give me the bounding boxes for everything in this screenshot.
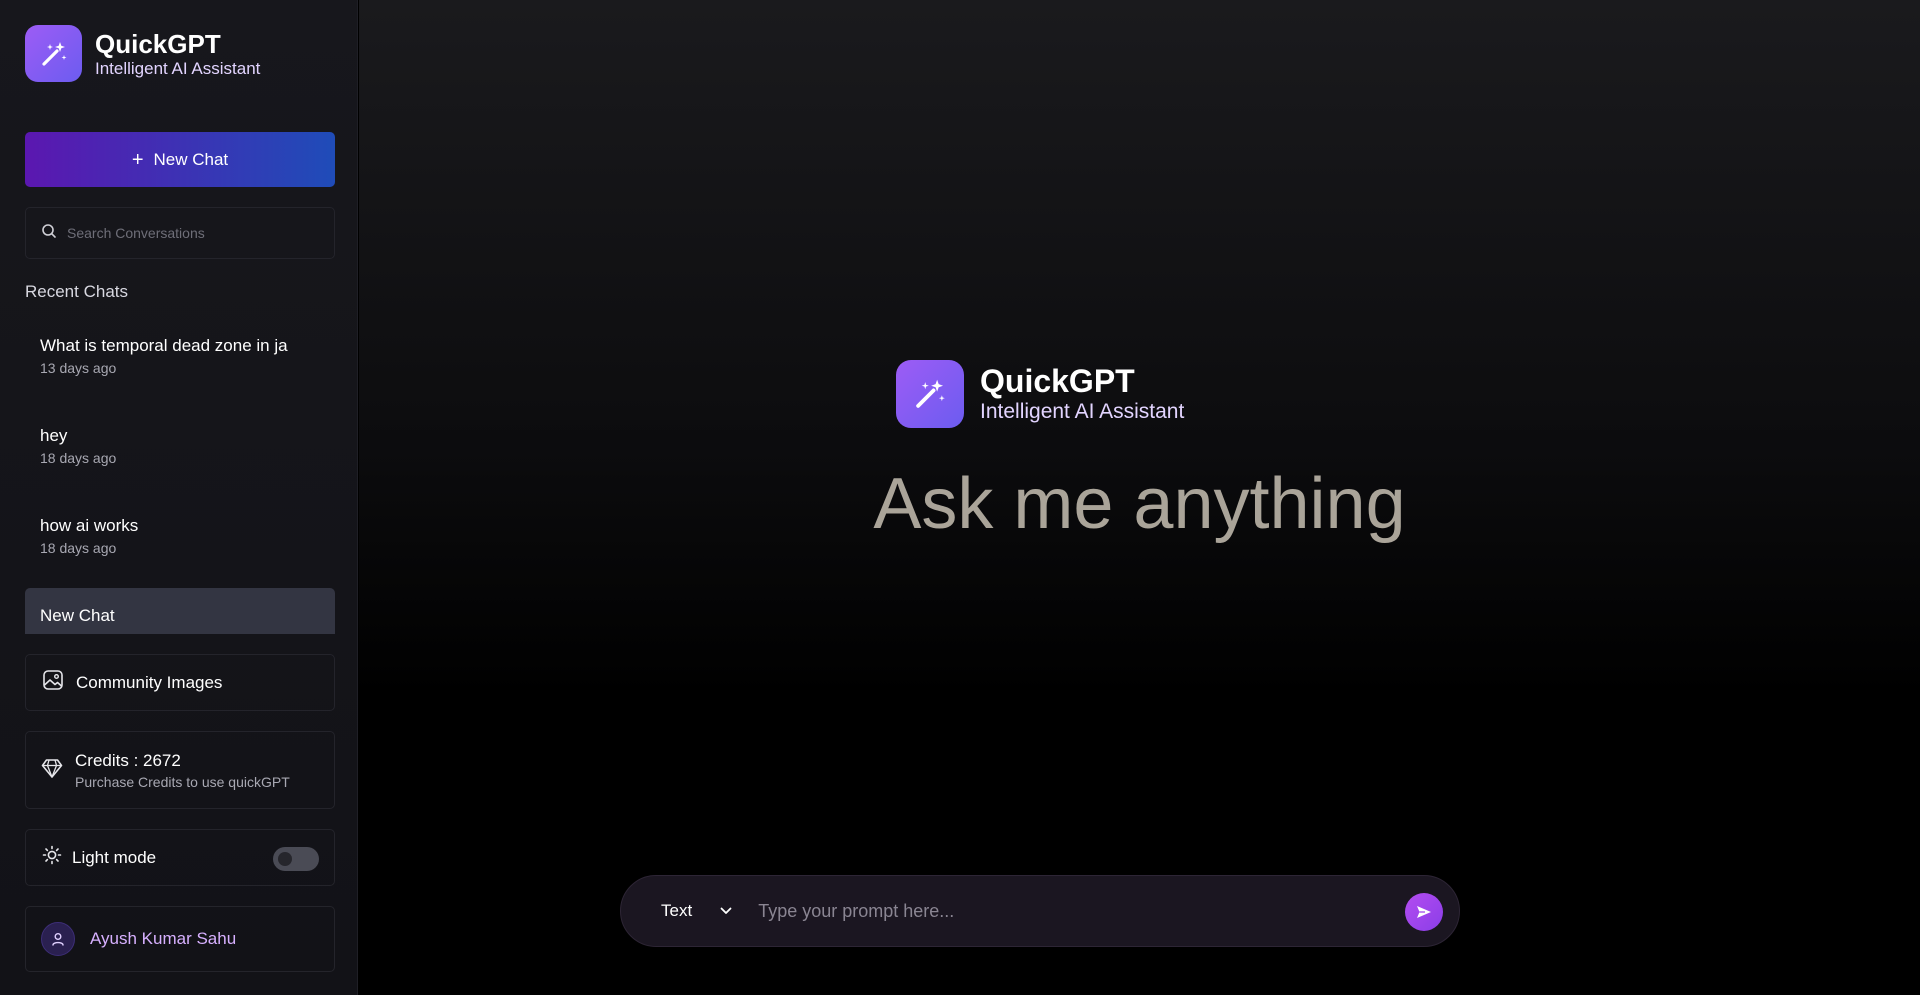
chat-item[interactable]: how ai works 18 days ago [25, 498, 335, 588]
light-mode-label: Light mode [72, 847, 157, 867]
mode-select[interactable]: Text [661, 901, 732, 921]
new-chat-label: New Chat [153, 149, 229, 169]
light-mode-toggle[interactable] [273, 847, 319, 871]
user-name: Ayush Kumar Sahu [90, 929, 237, 948]
new-chat-button[interactable]: + New Chat [25, 132, 335, 187]
send-icon [1417, 906, 1431, 918]
prompt-bar: Text [620, 875, 1460, 947]
chat-item[interactable]: What is temporal dead zone in ja 13 days… [25, 318, 335, 408]
credits-panel[interactable]: Credits : 2672 Purchase Credits to use q… [25, 731, 335, 809]
hero-headline: Ask me anything [873, 464, 1406, 544]
avatar [41, 922, 75, 956]
chat-item-title: how ai works [40, 516, 139, 535]
search-box[interactable] [25, 207, 335, 259]
hero-title: QuickGPT [980, 363, 1135, 399]
sun-icon [42, 845, 62, 870]
magic-wand-icon [896, 360, 964, 428]
send-button[interactable] [1405, 893, 1443, 931]
chat-item-date: 13 days ago [40, 360, 117, 376]
image-gallery-icon [42, 669, 64, 696]
chat-item[interactable]: hey 18 days ago [25, 408, 335, 498]
prompt-input[interactable] [758, 900, 1379, 922]
chat-item-date: 18 days ago [40, 540, 117, 556]
diamond-icon [41, 757, 63, 784]
mode-select-value: Text [661, 901, 693, 920]
chat-item-date: 18 days ago [40, 450, 117, 466]
search-input[interactable] [67, 225, 317, 241]
chat-item-title: What is temporal dead zone in ja [40, 336, 288, 355]
toggle-knob [278, 852, 292, 866]
recent-chats-heading: Recent Chats [25, 282, 128, 301]
light-mode-row: Light mode [25, 829, 335, 886]
credits-subtext: Purchase Credits to use quickGPT [75, 773, 290, 790]
hero-subtitle: Intelligent AI Assistant [980, 400, 1185, 423]
user-profile[interactable]: Ayush Kumar Sahu [25, 906, 335, 972]
magic-wand-icon [25, 25, 82, 82]
hero-brand: QuickGPT Intelligent AI Assistant [896, 360, 1184, 428]
search-icon [41, 223, 57, 244]
sidebar-brand: QuickGPT Intelligent AI Assistant [25, 25, 260, 82]
credits-count: Credits : 2672 [75, 750, 181, 770]
community-images-label: Community Images [76, 672, 223, 692]
sidebar: QuickGPT Intelligent AI Assistant + New … [0, 0, 358, 995]
chat-item-title: hey [40, 426, 68, 445]
plus-icon: + [131, 148, 144, 171]
chat-item-title: New Chat [40, 606, 115, 625]
app-subtitle: Intelligent AI Assistant [95, 58, 261, 78]
chat-list: What is temporal dead zone in ja 13 days… [25, 318, 335, 634]
chevron-down-icon [720, 902, 732, 920]
user-icon [52, 933, 64, 946]
app-title: QuickGPT [95, 28, 221, 59]
chat-item-active[interactable]: New Chat [25, 588, 335, 634]
main-area: QuickGPT Intelligent AI Assistant Ask me… [359, 0, 1920, 995]
community-images-button[interactable]: Community Images [25, 654, 335, 711]
